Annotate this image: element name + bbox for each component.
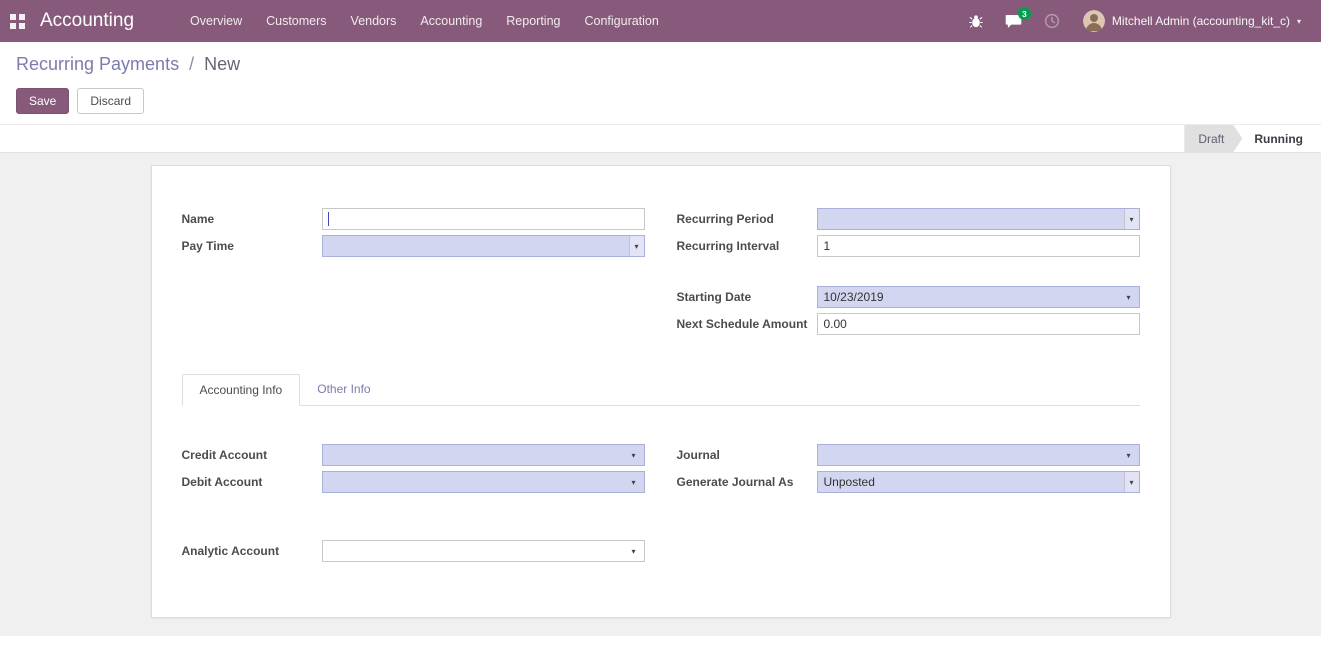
pay-time-label: Pay Time [182, 235, 322, 254]
chevron-down-icon: ▾ [629, 236, 644, 256]
grid-icon [10, 14, 25, 29]
recurring-period-label: Recurring Period [677, 208, 817, 227]
status-step-draft[interactable]: Draft [1184, 125, 1242, 152]
pane-grid: Credit Account ▾ Debit Account [182, 444, 1140, 567]
statusbar: Draft Running [0, 124, 1321, 153]
recurring-interval-label: Recurring Interval [677, 235, 817, 254]
chevron-down-icon: ▾ [628, 472, 640, 492]
starting-date-picker[interactable]: 10/23/2019 ▾ [817, 286, 1140, 308]
menu-accounting[interactable]: Accounting [408, 0, 494, 42]
generate-journal-as-label: Generate Journal As [677, 471, 817, 490]
chevron-down-icon: ▾ [1123, 287, 1135, 307]
journal-label: Journal [677, 444, 817, 463]
pane-right-column: Journal ▾ Generate Journal As Unp [677, 444, 1140, 567]
messages-icon[interactable]: 3 [994, 0, 1033, 42]
field-row-journal: Journal ▾ [677, 444, 1140, 466]
chevron-down-icon: ▾ [1124, 472, 1139, 492]
breadcrumb: Recurring Payments / New [16, 54, 1305, 75]
analytic-account-label: Analytic Account [182, 540, 322, 559]
chevron-down-icon: ▾ [1297, 17, 1301, 26]
generate-journal-as-value: Unposted [824, 475, 875, 489]
recurring-interval-input[interactable] [817, 235, 1140, 257]
top-navbar: Accounting Overview Customers Vendors Ac… [0, 0, 1321, 42]
name-label: Name [182, 208, 322, 227]
form-right-column: Recurring Period ▾ Recurring Interval [677, 208, 1140, 340]
menu-vendors[interactable]: Vendors [339, 0, 409, 42]
next-schedule-amount-input[interactable] [817, 313, 1140, 335]
navbar-right: 3 Mitchell Admin (accounting_kit_c) ▾ [958, 0, 1307, 42]
analytic-account-select[interactable]: ▾ [322, 540, 645, 562]
name-input[interactable] [322, 208, 645, 230]
user-menu[interactable]: Mitchell Admin (accounting_kit_c) ▾ [1071, 0, 1307, 42]
tab-accounting-info[interactable]: Accounting Info [182, 374, 301, 406]
discard-button[interactable]: Discard [77, 88, 144, 114]
avatar [1083, 10, 1105, 32]
breadcrumb-current: New [204, 54, 240, 74]
field-row-credit-account: Credit Account ▾ [182, 444, 645, 466]
field-row-name: Name [182, 208, 645, 230]
pay-time-select[interactable]: ▾ [322, 235, 645, 257]
spacer [677, 262, 1140, 286]
notebook-tabs: Accounting Info Other Info [182, 374, 1140, 406]
recurring-period-select[interactable]: ▾ [817, 208, 1140, 230]
debug-bug-icon[interactable] [958, 0, 994, 42]
field-row-recurring-period: Recurring Period ▾ [677, 208, 1140, 230]
action-buttons: Save Discard [16, 88, 1305, 114]
form-left-column: Name Pay Time ▾ [182, 208, 645, 340]
chevron-down-icon: ▾ [1123, 445, 1135, 465]
field-row-generate-journal-as: Generate Journal As Unposted ▾ [677, 471, 1140, 493]
message-count-badge: 3 [1018, 7, 1031, 20]
activities-clock-icon[interactable] [1033, 0, 1071, 42]
main-menu: Overview Customers Vendors Accounting Re… [178, 0, 671, 42]
app-title[interactable]: Accounting [40, 10, 134, 32]
credit-account-select[interactable]: ▾ [322, 444, 645, 466]
field-row-starting-date: Starting Date 10/23/2019 ▾ [677, 286, 1140, 308]
breadcrumb-separator: / [189, 54, 194, 74]
generate-journal-as-select[interactable]: Unposted ▾ [817, 471, 1140, 493]
form-sheet: Name Pay Time ▾ [151, 165, 1171, 618]
field-row-recurring-interval: Recurring Interval [677, 235, 1140, 257]
pane-left-column: Credit Account ▾ Debit Account [182, 444, 645, 567]
breadcrumb-parent[interactable]: Recurring Payments [16, 54, 179, 74]
navbar-left: Accounting Overview Customers Vendors Ac… [0, 0, 671, 42]
spacer [182, 498, 645, 540]
save-button[interactable]: Save [16, 88, 69, 114]
form-top-grid: Name Pay Time ▾ [182, 208, 1140, 340]
starting-date-label: Starting Date [677, 286, 817, 305]
menu-configuration[interactable]: Configuration [572, 0, 670, 42]
status-steps: Draft Running [1184, 125, 1315, 152]
chevron-down-icon: ▾ [1124, 209, 1139, 229]
accounting-info-pane: Credit Account ▾ Debit Account [182, 406, 1140, 567]
user-name: Mitchell Admin (accounting_kit_c) [1112, 14, 1290, 28]
field-row-debit-account: Debit Account ▾ [182, 471, 645, 493]
text-cursor [328, 212, 329, 226]
tab-other-info[interactable]: Other Info [300, 374, 387, 405]
journal-select[interactable]: ▾ [817, 444, 1140, 466]
menu-overview[interactable]: Overview [178, 0, 254, 42]
control-panel: Recurring Payments / New Save Discard [0, 42, 1321, 124]
chevron-down-icon: ▾ [628, 445, 640, 465]
next-schedule-amount-label: Next Schedule Amount [677, 313, 817, 332]
status-step-running[interactable]: Running [1242, 125, 1315, 152]
debit-account-label: Debit Account [182, 471, 322, 490]
field-row-analytic-account: Analytic Account ▾ [182, 540, 645, 562]
field-row-next-schedule-amount: Next Schedule Amount [677, 313, 1140, 335]
field-row-pay-time: Pay Time ▾ [182, 235, 645, 257]
apps-menu-icon[interactable] [0, 0, 34, 42]
form-view-background: Name Pay Time ▾ [0, 153, 1321, 636]
menu-customers[interactable]: Customers [254, 0, 338, 42]
debit-account-select[interactable]: ▾ [322, 471, 645, 493]
starting-date-value: 10/23/2019 [824, 290, 884, 304]
menu-reporting[interactable]: Reporting [494, 0, 572, 42]
credit-account-label: Credit Account [182, 444, 322, 463]
chevron-down-icon: ▾ [628, 541, 640, 561]
